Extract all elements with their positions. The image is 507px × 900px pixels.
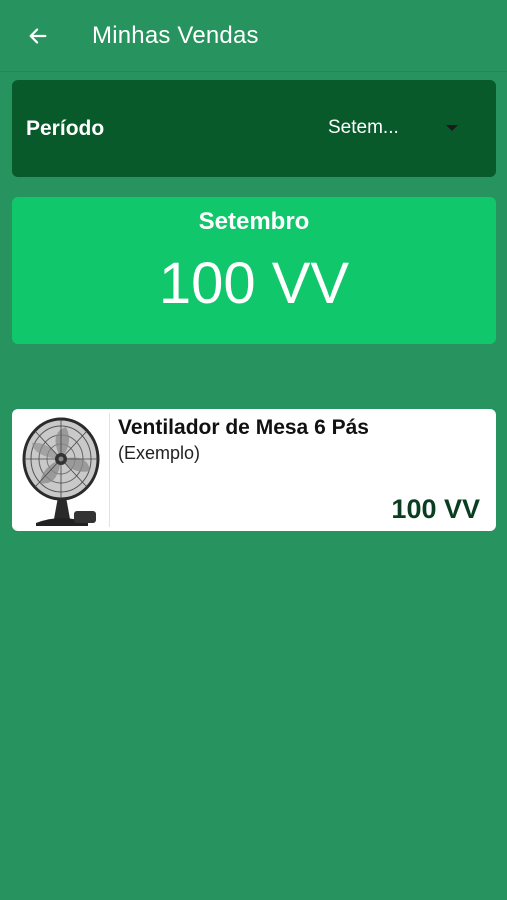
summary-month: Setembro [198, 208, 310, 235]
summary-total: 100 VV [158, 251, 350, 316]
period-label: Período [26, 117, 105, 140]
table-fan-image [22, 417, 100, 526]
product-subtitle: (Exemplo) [118, 443, 201, 463]
period-filter-bar: Período Setem... [12, 80, 496, 177]
period-dropdown[interactable]: Setem... [314, 102, 474, 154]
page-title: Minhas Vendas [92, 22, 259, 49]
product-price: 100 VV [391, 494, 480, 524]
arrow-left-icon [29, 28, 47, 44]
product-name: Ventilador de Mesa 6 Pás [118, 416, 369, 439]
sales-summary-card: Setembro 100 VV [12, 197, 496, 344]
product-divider [109, 413, 110, 527]
back-button[interactable] [20, 18, 56, 54]
product-list-item[interactable]: Ventilador de Mesa 6 Pás (Exemplo) 100 V… [12, 409, 496, 531]
chevron-down-icon [446, 125, 458, 131]
period-dropdown-value: Setem... [328, 117, 399, 138]
app-bar: Minhas Vendas [0, 0, 507, 72]
